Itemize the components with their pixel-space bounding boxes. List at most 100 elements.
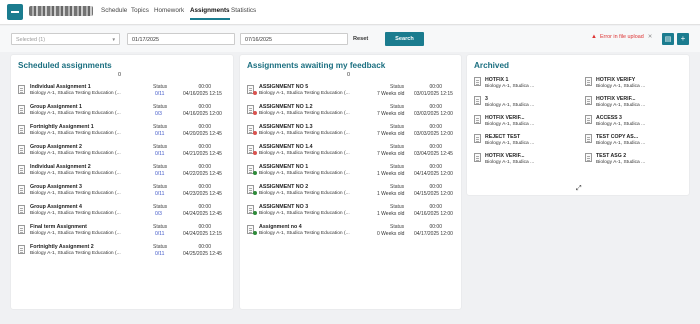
upload-file-button[interactable]: ▤ — [662, 33, 674, 45]
assignment-name: Individual Assignment 1 — [30, 84, 91, 90]
status-value: 7 Weeks old — [377, 91, 405, 97]
nav-homework[interactable]: Homework — [154, 7, 184, 14]
archived-card[interactable]: REJECT TEST Biology A-1, Studica ... — [474, 134, 574, 153]
archived-card[interactable]: 3 Biology A-1, Studica ... — [474, 96, 574, 115]
archived-course: Biology A-1, Studica ... — [485, 160, 535, 165]
status-value[interactable]: 0/11 — [155, 151, 164, 157]
table-row[interactable]: Individual Assignment 2 Biology A-1, Stud… — [18, 164, 228, 184]
document-icon — [585, 134, 592, 143]
table-row[interactable]: ASSIGNMENT NO 1.2 Biology A-1, Studica Te… — [247, 104, 457, 124]
nav-assignments[interactable]: Assignments — [190, 7, 230, 20]
assignment-course: Biology A-1, Studica Testing Education (… — [30, 251, 121, 256]
date-value: 04/16/2025 12:00 — [414, 211, 453, 217]
archived-card[interactable]: HOTFIX VERIF... Biology A-1, Studica ... — [585, 96, 685, 115]
table-row[interactable]: ASSIGNMENT NO 2 Biology A-1, Studica Test… — [247, 184, 457, 204]
table-row[interactable]: Final term Assignment Biology A-1, Studic… — [18, 224, 228, 244]
menu-icon[interactable] — [7, 4, 23, 20]
archived-name: TEST COPY AS... — [596, 134, 639, 140]
time-value: 00:00 — [198, 204, 211, 210]
assignment-course: Biology A-1, Studica Testing Education (… — [30, 131, 121, 136]
upload-error-text: Error in file upload — [599, 34, 644, 40]
status-value[interactable]: 0/11 — [155, 191, 164, 197]
assignment-name: ASSIGNMENT NO 3 — [259, 204, 309, 210]
time-value: 00:00 — [429, 224, 442, 230]
table-row[interactable]: Group Assignment 3 Biology A-1, Studica T… — [18, 184, 228, 204]
date-value: 04/24/2025 12:45 — [183, 211, 222, 217]
status-dot-icon — [253, 91, 257, 95]
close-icon[interactable]: ✕ — [648, 34, 653, 40]
table-row[interactable]: ASSIGNMENT NO 1.3 Biology A-1, Studica Te… — [247, 124, 457, 144]
status-dot-icon — [253, 231, 257, 235]
time-value: 00:00 — [429, 104, 442, 110]
archived-name: ACCESS 3 — [596, 115, 622, 121]
date-to-input[interactable]: 07/16/2025 — [240, 33, 348, 45]
date-value: 04/15/2025 12:00 — [414, 191, 453, 197]
top-nav-bar: Schedule Topics Homework Assignments Sta… — [0, 0, 700, 25]
date-value: 04/17/2025 12:00 — [414, 231, 453, 237]
expand-icon[interactable]: ⤢ — [576, 185, 582, 193]
document-icon — [474, 96, 481, 105]
document-icon — [585, 96, 592, 105]
archived-card[interactable]: TEST COPY AS... Biology A-1, Studica ... — [585, 134, 685, 153]
scheduled-title: Scheduled assignments — [18, 61, 112, 70]
nav-schedule[interactable]: Schedule — [101, 7, 127, 14]
assignment-course: Biology A-1, Studica Testing Education (… — [30, 91, 121, 96]
table-row[interactable]: Fortnightly Assignment 1 Biology A-1, Stu… — [18, 124, 228, 144]
table-row[interactable]: Group Assignment 2 Biology A-1, Studica T… — [18, 144, 228, 164]
date-from-input[interactable]: 01/17/2025 — [127, 33, 235, 45]
time-value: 00:00 — [429, 204, 442, 210]
archived-card[interactable]: HOTFIX VERIFY Biology A-1, Studica ... — [585, 77, 685, 96]
document-icon — [18, 105, 25, 114]
archived-card[interactable]: HOTFIX VERIF... Biology A-1, Studica ... — [474, 115, 574, 134]
status-value[interactable]: 0/11 — [155, 251, 164, 257]
status-value[interactable]: 0/11 — [155, 131, 164, 137]
table-row[interactable]: ASSIGNMENT NO 3 Biology A-1, Studica Test… — [247, 204, 457, 224]
table-row[interactable]: Individual Assignment 1 Biology A-1, Stud… — [18, 84, 228, 104]
archived-card[interactable]: TEST ASG 2 Biology A-1, Studica ... — [585, 153, 685, 172]
table-row[interactable]: Fortnightly Assignment 2 Biology A-1, Stu… — [18, 244, 228, 264]
archived-card[interactable]: ACCESS 3 Biology A-1, Studica ... — [585, 115, 685, 134]
archived-course: Biology A-1, Studica ... — [596, 160, 646, 165]
nav-topics[interactable]: Topics — [131, 7, 149, 14]
archived-name: TEST ASG 2 — [596, 153, 627, 159]
status-value[interactable]: 0/11 — [155, 171, 164, 177]
add-button[interactable]: + — [677, 33, 689, 45]
search-button[interactable]: Search — [385, 32, 424, 46]
awaiting-count: 0 — [347, 72, 351, 78]
assignment-name: ASSIGNMENT NO 1.2 — [259, 104, 313, 110]
status-value[interactable]: 0/11 — [155, 231, 164, 237]
status-value[interactable]: 0/3 — [155, 211, 162, 217]
date-value: 04/23/2025 12:45 — [183, 191, 222, 197]
table-row[interactable]: ASSIGNMENT NO 1.4 Biology A-1, Studica Te… — [247, 144, 457, 164]
document-icon — [585, 77, 592, 86]
class-select[interactable]: Selected (1) ▼ — [11, 33, 120, 45]
status-value[interactable]: 0/3 — [155, 111, 162, 117]
status-value[interactable]: 0/11 — [155, 91, 164, 97]
archived-card[interactable]: HOTFIX VERIF... Biology A-1, Studica ... — [474, 153, 574, 172]
table-row[interactable]: Group Assignment 1 Biology A-1, Studica T… — [18, 104, 228, 124]
assignment-name: ASSIGNMENT NO 1.3 — [259, 124, 313, 130]
archived-name: HOTFIX 1 — [485, 77, 509, 83]
archived-name: HOTFIX VERIF... — [485, 153, 525, 159]
table-row[interactable]: ASSIGNMENT NO 5 Biology A-1, Studica Test… — [247, 84, 457, 104]
document-icon — [18, 205, 25, 214]
table-row[interactable]: ASSIGNMENT NO 1 Biology A-1, Studica Test… — [247, 164, 457, 184]
document-icon — [18, 165, 25, 174]
upload-error-message: ▲ Error in file upload ✕ — [591, 34, 652, 40]
assignment-course: Biology A-1, Studica Testing Education (… — [259, 211, 350, 216]
archived-card[interactable]: HOTFIX 1 Biology A-1, Studica ... — [474, 77, 574, 96]
nav-statistics[interactable]: Statistics — [231, 7, 256, 14]
archived-course: Biology A-1, Studica ... — [485, 122, 535, 127]
scheduled-assignments-panel: Scheduled assignments 0 Individual Assig… — [11, 55, 233, 309]
document-icon — [18, 125, 25, 134]
file-icon: ▤ — [664, 36, 672, 43]
status-label: Status — [153, 84, 168, 90]
table-row[interactable]: Group Assignment 4 Biology A-1, Studica T… — [18, 204, 228, 224]
archived-name: HOTFIX VERIF... — [596, 96, 636, 102]
archived-course: Biology A-1, Studica ... — [596, 141, 646, 146]
class-select-value: Selected (1) — [16, 37, 46, 43]
assignment-name: Group Assignment 3 — [30, 184, 82, 190]
time-value: 00:00 — [198, 104, 211, 110]
table-row[interactable]: Assignment no 4 Biology A-1, Studica Test… — [247, 224, 457, 244]
reset-button[interactable]: Reset — [353, 36, 368, 42]
